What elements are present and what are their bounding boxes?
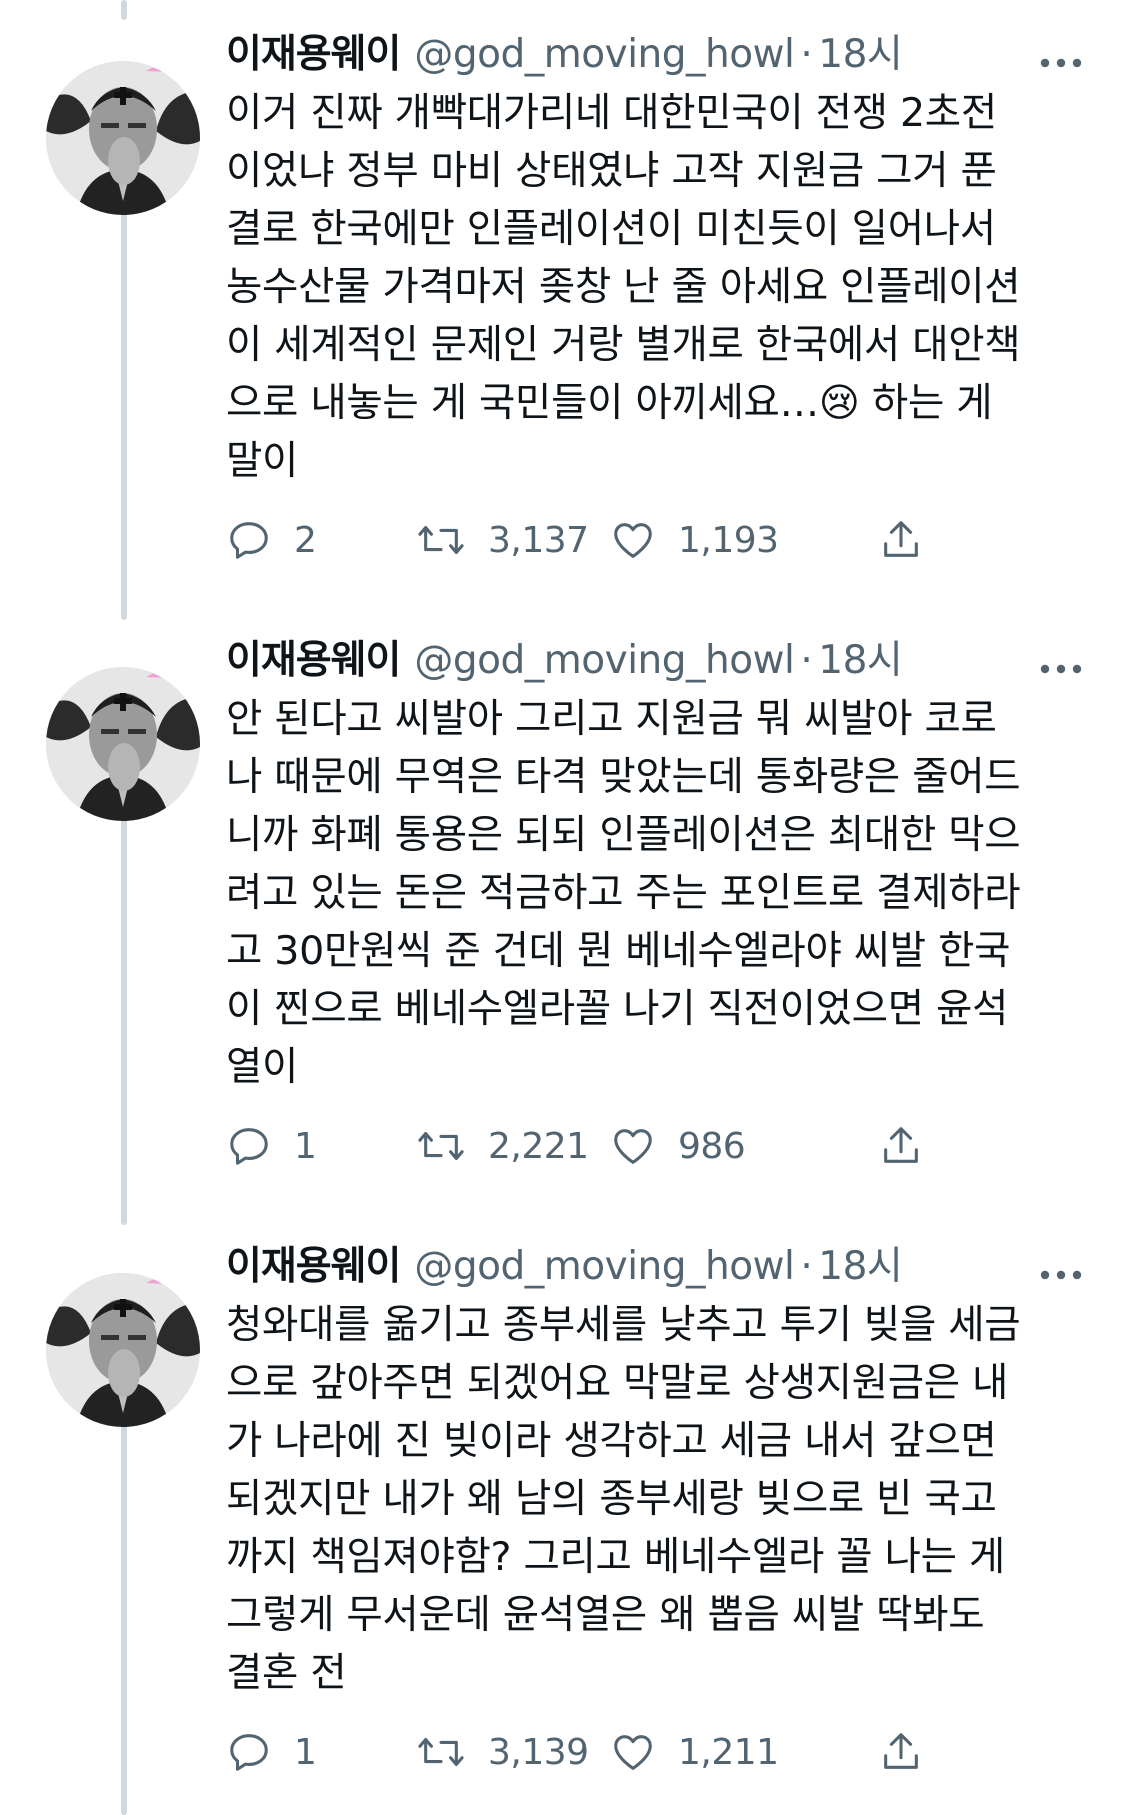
display-name[interactable]: 이재용웨이 bbox=[226, 632, 401, 690]
display-name[interactable]: 이재용웨이 bbox=[226, 26, 401, 84]
tweet-text-line: 이 찐으로 베네수엘라꼴 나기 직전이었으면 윤석 bbox=[226, 986, 1009, 1032]
like-button[interactable]: 986 bbox=[610, 1116, 746, 1176]
separator-dot: · bbox=[800, 1244, 813, 1289]
timestamp[interactable]: 18시 bbox=[818, 632, 903, 690]
tweet-text-line: 결혼 전 bbox=[226, 1650, 347, 1696]
tweet-header: 이재용웨이 @god_moving_howl · 18시 bbox=[226, 632, 1086, 690]
reply-button[interactable]: 2 bbox=[226, 510, 317, 570]
tweet-text-line: 가 나라에 진 빚이라 생각하고 세금 내서 갚으면 bbox=[226, 1418, 997, 1464]
tweet-text-line: 되겠지만 내가 왜 남의 종부세랑 빚으로 빈 국고 bbox=[226, 1476, 997, 1522]
tweet-text-line: 그렇게 무서운데 윤석열은 왜 뽑음 씨발 딱봐도 bbox=[226, 1592, 985, 1638]
tweet-content: 이재용웨이 @god_moving_howl · 18시 이거 진짜 개빡대가리… bbox=[226, 26, 1086, 490]
tweet-text: 이거 진짜 개빡대가리네 대한민국이 전쟁 2초전 이었냐 정부 마비 상태였냐… bbox=[226, 84, 1086, 490]
tweet-header: 이재용웨이 @god_moving_howl · 18시 bbox=[226, 26, 1086, 84]
tweet[interactable]: 이재용웨이 @god_moving_howl · 18시 안 된다고 씨발아 그… bbox=[0, 632, 1125, 1217]
more-horizontal-icon[interactable] bbox=[1036, 1250, 1086, 1282]
share-upload-icon bbox=[884, 521, 918, 557]
separator-dot: · bbox=[800, 638, 813, 683]
reply-count: 1 bbox=[294, 1125, 317, 1167]
profile-avatar bbox=[46, 61, 200, 215]
retweet-button[interactable]: 2,221 bbox=[416, 1116, 589, 1176]
timestamp[interactable]: 18시 bbox=[818, 26, 903, 84]
tweet-text-line: 고 30만원씩 준 건데 뭔 베네수엘라야 씨발 한국 bbox=[226, 928, 1011, 974]
display-name[interactable]: 이재용웨이 bbox=[226, 1238, 401, 1296]
tweet-text-line: 으로 갚아주면 되겠어요 막말로 상생지원금은 내 bbox=[226, 1360, 1009, 1406]
tweet-text-line: 안 된다고 씨발아 그리고 지원금 뭐 씨발아 코로 bbox=[226, 696, 997, 742]
tweet-text-line: 농수산물 가격마저 좆창 난 줄 아세요 인플레이션 bbox=[226, 264, 1021, 310]
tweet-text-line: 니까 화폐 통용은 되되 인플레이션은 최대한 막으 bbox=[226, 812, 1021, 858]
tweet-actions: 2 3,137 1,193 bbox=[226, 510, 1006, 570]
retweet-icon bbox=[418, 526, 464, 554]
avatar[interactable] bbox=[46, 1273, 200, 1427]
retweet-button[interactable]: 3,139 bbox=[416, 1722, 589, 1782]
handle[interactable]: @god_moving_howl bbox=[414, 26, 794, 84]
retweet-icon bbox=[418, 1738, 464, 1766]
tweet-content: 이재용웨이 @god_moving_howl · 18시 안 된다고 씨발아 그… bbox=[226, 632, 1086, 1096]
tweet-text-line: 청와대를 옮기고 종부세를 낮추고 투기 빚을 세금 bbox=[226, 1302, 1021, 1348]
tweet-actions: 1 2,221 986 bbox=[226, 1116, 1006, 1176]
retweet-count: 3,139 bbox=[488, 1731, 589, 1773]
reply-bubble-icon bbox=[230, 1734, 268, 1771]
tweet[interactable]: 이재용웨이 @god_moving_howl · 18시 청와대를 옮기고 종부… bbox=[0, 1238, 1125, 1815]
tweet-text-line: 이었냐 정부 마비 상태였냐 고작 지원금 그거 푼 bbox=[226, 148, 997, 194]
more-horizontal-icon[interactable] bbox=[1036, 38, 1086, 70]
tweet-text-line: 이 세계적인 문제인 거랑 별개로 한국에서 대안책 bbox=[226, 322, 1021, 368]
reply-count: 2 bbox=[294, 519, 317, 561]
share-button[interactable] bbox=[878, 510, 924, 570]
timestamp[interactable]: 18시 bbox=[818, 1238, 903, 1296]
reply-button[interactable]: 1 bbox=[226, 1722, 317, 1782]
separator-dot: · bbox=[800, 32, 813, 77]
profile-avatar bbox=[46, 1273, 200, 1427]
retweet-icon bbox=[418, 1132, 464, 1160]
reply-bubble-icon bbox=[230, 522, 268, 559]
tweet-text: 안 된다고 씨발아 그리고 지원금 뭐 씨발아 코로 나 때문에 무역은 타격 … bbox=[226, 690, 1086, 1096]
avatar[interactable] bbox=[46, 667, 200, 821]
avatar[interactable] bbox=[46, 61, 200, 215]
like-button[interactable]: 1,211 bbox=[610, 1722, 779, 1782]
like-button[interactable]: 1,193 bbox=[610, 510, 779, 570]
tweet-text-line: 말이 bbox=[226, 438, 299, 484]
tweet-text-line: 나 때문에 무역은 타격 맞았는데 통화량은 줄어드 bbox=[226, 754, 1021, 800]
like-count: 1,193 bbox=[678, 519, 779, 561]
retweet-count: 3,137 bbox=[488, 519, 589, 561]
handle[interactable]: @god_moving_howl bbox=[414, 632, 794, 690]
tweet-header: 이재용웨이 @god_moving_howl · 18시 bbox=[226, 1238, 1086, 1296]
share-button[interactable] bbox=[878, 1116, 924, 1176]
retweet-count: 2,221 bbox=[488, 1125, 589, 1167]
tweet-text: 청와대를 옮기고 종부세를 낮추고 투기 빚을 세금 으로 갚아주면 되겠어요 … bbox=[226, 1296, 1086, 1702]
profile-avatar bbox=[46, 667, 200, 821]
tweet-text-line: 이거 진짜 개빡대가리네 대한민국이 전쟁 2초전 bbox=[226, 90, 997, 136]
retweet-button[interactable]: 3,137 bbox=[416, 510, 589, 570]
share-upload-icon bbox=[884, 1733, 918, 1769]
tweet-text-line: 까지 책임져야함? 그리고 베네수엘라 꼴 나는 게 bbox=[226, 1534, 1005, 1580]
heart-icon bbox=[614, 523, 652, 558]
tweet-text-line: 결로 한국에만 인플레이션이 미친듯이 일어나서 bbox=[226, 206, 996, 252]
tweet-text-line: 려고 있는 돈은 적금하고 주는 포인트로 결제하라 bbox=[226, 870, 1021, 916]
reply-bubble-icon bbox=[230, 1128, 268, 1165]
reply-button[interactable]: 1 bbox=[226, 1116, 317, 1176]
reply-count: 1 bbox=[294, 1731, 317, 1773]
tweet-text-line: 열이 bbox=[226, 1044, 299, 1090]
handle[interactable]: @god_moving_howl bbox=[414, 1238, 794, 1296]
tweet-text-line: 으로 내놓는 게 국민들이 아끼세요…😢 하는 게 bbox=[226, 380, 993, 426]
heart-icon bbox=[614, 1735, 652, 1770]
like-count: 986 bbox=[678, 1125, 746, 1167]
share-upload-icon bbox=[884, 1127, 918, 1163]
thread-line-top bbox=[121, 0, 127, 20]
more-horizontal-icon[interactable] bbox=[1036, 644, 1086, 676]
like-count: 1,211 bbox=[678, 1731, 779, 1773]
tweet-actions: 1 3,139 1,211 bbox=[226, 1722, 1006, 1782]
share-button[interactable] bbox=[878, 1722, 924, 1782]
heart-icon bbox=[614, 1129, 652, 1164]
tweet-content: 이재용웨이 @god_moving_howl · 18시 청와대를 옮기고 종부… bbox=[226, 1238, 1086, 1702]
tweet[interactable]: 이재용웨이 @god_moving_howl · 18시 이거 진짜 개빡대가리… bbox=[0, 26, 1125, 611]
